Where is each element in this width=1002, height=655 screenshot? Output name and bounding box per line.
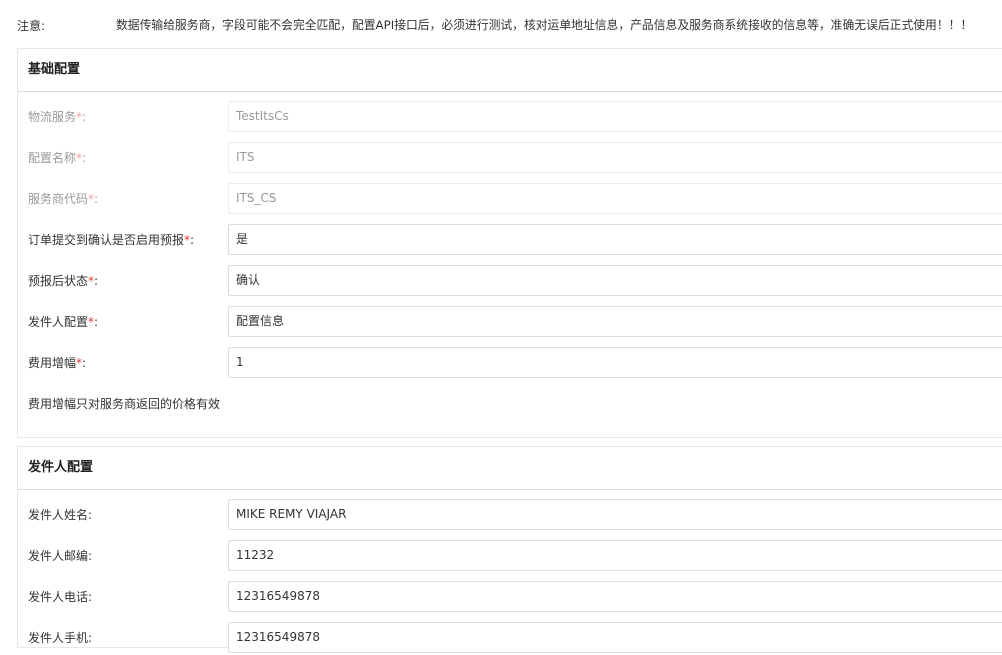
config-name-label: 配置名称*: [28,151,87,165]
form-row-post-forecast-status: 预报后状态*: 确认 [18,265,1002,298]
fee-increase-input[interactable]: 1 [228,347,1002,378]
sender-config-header: 发件人配置 [18,447,1002,490]
post-forecast-status-select[interactable]: 确认 [228,265,1002,296]
form-row-enable-forecast: 订单提交到确认是否启用预报*: 是 [18,224,1002,257]
form-row-sender-mobile: 发件人手机: 12316549878 [18,622,1002,655]
sender-config-title: 发件人配置 [28,460,94,475]
fee-increase-label: 费用增幅*: [28,356,87,370]
provider-code-field: ITS_CS [228,183,1002,214]
sender-zip-label: 发件人邮编: [28,549,93,563]
config-name-field: ITS [228,142,1002,173]
sender-name-label: 发件人姓名: [28,508,93,522]
sender-phone-input[interactable]: 12316549878 [228,581,1002,612]
notice-text: 数据传输给服务商，字段可能不会完全匹配，配置API接口后，必须进行测试，核对运单… [116,18,973,32]
provider-code-label: 服务商代码*: [28,192,99,206]
form-row-sender-config: 发件人配置*: 配置信息 [18,306,1002,339]
enable-forecast-select[interactable]: 是 [228,224,1002,255]
logistics-service-field: TestItsCs [228,101,1002,132]
sender-name-input[interactable]: MIKE REMY VIAJAR [228,499,1002,530]
logistics-service-label: 物流服务*: [28,110,87,124]
form-row-sender-zip: 发件人邮编: 11232 [18,540,1002,573]
sender-config-panel: 发件人配置 发件人姓名: MIKE REMY VIAJAR 发件人邮编: 112… [17,446,1002,653]
form-row-sender-name: 发件人姓名: MIKE REMY VIAJAR [18,499,1002,532]
sender-mobile-label: 发件人手机: [28,631,93,645]
form-row-config-name: 配置名称*: ITS [18,142,1002,175]
post-forecast-status-label: 预报后状态*: [28,274,99,288]
sender-config-label: 发件人配置*: [28,315,99,329]
sender-zip-input[interactable]: 11232 [228,540,1002,571]
base-config-title: 基础配置 [28,62,81,77]
fee-increase-hint: 费用增幅只对服务商返回的价格有效 [28,397,221,411]
form-row-logistics-service: 物流服务*: TestItsCs [18,101,1002,134]
sender-phone-label: 发件人电话: [28,590,93,604]
form-row-sender-phone: 发件人电话: 12316549878 [18,581,1002,614]
sender-config-select[interactable]: 配置信息 [228,306,1002,337]
enable-forecast-label: 订单提交到确认是否启用预报*: [28,233,195,247]
base-config-panel: 基础配置 物流服务*: TestItsCs 配置名称*: ITS 服务商代码*:… [17,48,1002,438]
notice-bar: 注意: 数据传输给服务商，字段可能不会完全匹配，配置API接口后，必须进行测试，… [17,16,1002,36]
notice-label: 注意: [17,19,46,33]
form-row-fee-increase: 费用增幅*: 1 [18,347,1002,380]
form-row-provider-code: 服务商代码*: ITS_CS [18,183,1002,216]
base-config-header: 基础配置 [18,49,1002,92]
